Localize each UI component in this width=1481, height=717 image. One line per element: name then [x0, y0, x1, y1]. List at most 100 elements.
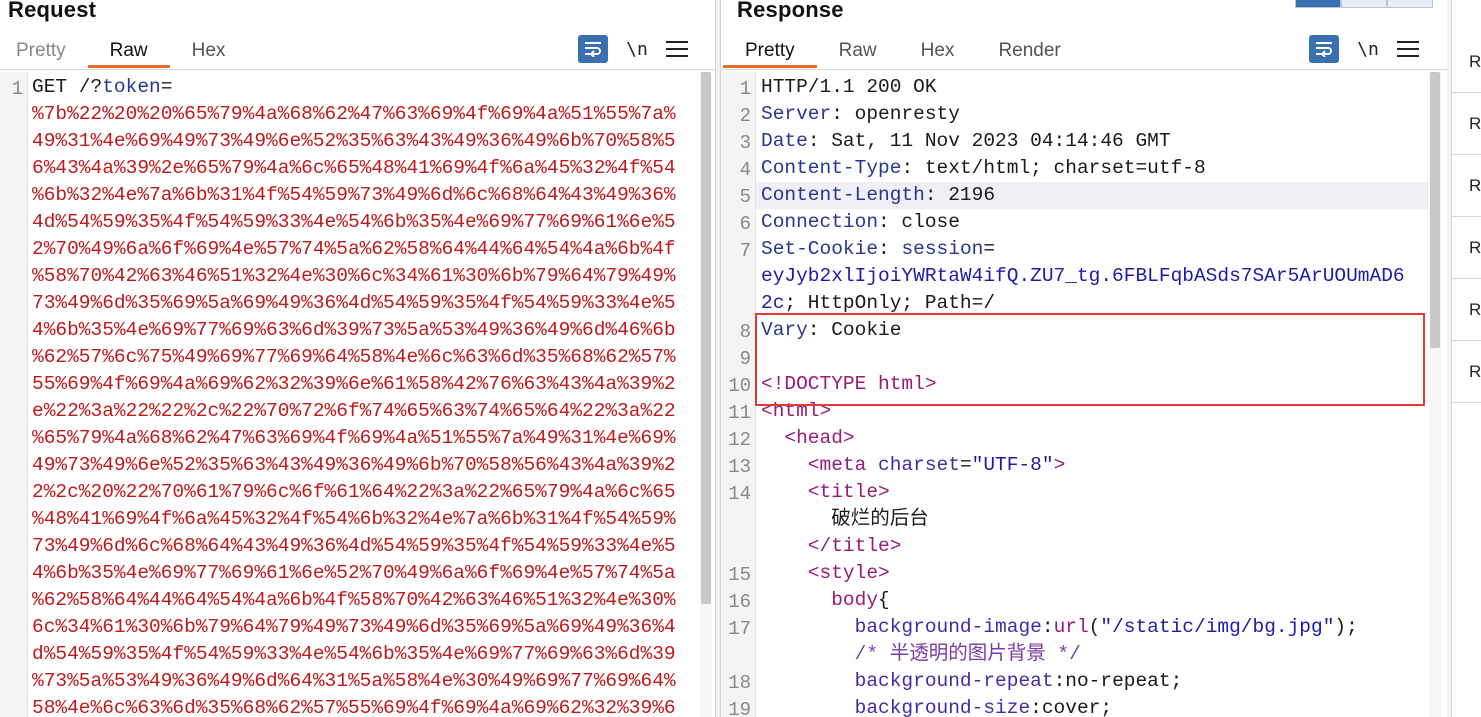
code-token: =: [160, 76, 173, 98]
tab-raw[interactable]: Raw: [87, 38, 170, 68]
layout-vertical-button[interactable]: [1387, 0, 1433, 8]
code-line: %73%5a%53%49%36%49%6d%64%31%5a%58%4e%30%…: [32, 668, 697, 695]
code-token: 55%69%4f%69%4a%69%62%32%39%6e%61%58%42%7…: [32, 373, 676, 395]
code-token: <meta: [761, 454, 879, 476]
layout-split-button[interactable]: [1295, 0, 1341, 8]
code-token: 6c%34%61%30%6b%79%64%79%49%73%49%6d%35%6…: [32, 616, 676, 638]
side-panel-item[interactable]: R: [1452, 32, 1481, 93]
code-line: Vary: Cookie: [761, 317, 1429, 344]
code-token: %65%79%4a%68%62%47%63%69%4f%69%4a%51%55%…: [32, 427, 676, 449]
response-scrollbar[interactable]: [1429, 72, 1441, 717]
code-line: 55%69%4f%69%4a%69%62%32%39%6e%61%58%42%7…: [32, 371, 697, 398]
request-editor[interactable]: 1 GET /?token= %7b%22%20%20%65%79%4a%68%6…: [0, 72, 715, 717]
layout-horizontal-button[interactable]: [1341, 0, 1387, 8]
code-line: 4d%54%59%35%4f%54%59%33%4e%54%6b%35%4e%6…: [32, 209, 697, 236]
wrap-lines-icon[interactable]: [578, 35, 608, 63]
code-token: background-repeat: [761, 670, 1054, 692]
line-number: 15: [728, 564, 751, 586]
wrap-lines-icon[interactable]: [1309, 35, 1339, 63]
code-line: Content-Type: text/html; charset=utf-8: [761, 155, 1429, 182]
code-line: background-size:cover;: [761, 695, 1429, 717]
code-token: %62%57%6c%75%49%69%77%69%64%58%4e%6c%63%…: [32, 346, 676, 368]
request-scrollbar[interactable]: [700, 72, 712, 717]
code-token: %7b%22%20%20%65%79%4a%68%62%47%63%69%4f%…: [32, 103, 676, 125]
newline-toggle-button[interactable]: \n: [622, 39, 652, 60]
code-token: Content-Type: [761, 157, 902, 179]
code-line: Set-Cookie: session=: [761, 236, 1429, 263]
side-panel-item[interactable]: R: [1452, 280, 1481, 341]
code-line: body{: [761, 587, 1429, 614]
code-token: 58%4e%6c%63%6d%35%68%62%57%55%69%4f%69%4…: [32, 697, 676, 717]
hamburger-menu-icon[interactable]: [666, 39, 688, 59]
code-token: /* 半透明的图片背景 */: [761, 643, 1081, 665]
code-line: <!DOCTYPE html>: [761, 371, 1429, 398]
side-panel-item-label: R: [1469, 238, 1481, 257]
code-line: %58%70%42%63%46%51%32%4e%30%6c%34%61%30%…: [32, 263, 697, 290]
code-token: </title>: [761, 535, 902, 557]
response-pane: Response Pretty Raw Hex Render \n 123456…: [721, 0, 1447, 717]
newline-toggle-button[interactable]: \n: [1353, 39, 1383, 60]
line-number: 8: [739, 321, 751, 343]
response-body: HTTP/1.1 200 OK Server: openresty Date: Sa…: [761, 74, 1429, 717]
code-token: token: [102, 76, 161, 98]
line-number: 11: [728, 402, 751, 424]
code-token: e%22%3a%22%22%2c%22%70%72%6f%74%65%63%74…: [32, 400, 676, 422]
code-token: <head>: [761, 427, 855, 449]
code-line: HTTP/1.1 200 OK: [761, 74, 1429, 101]
code-line: d%54%59%35%4f%54%59%33%4e%54%6b%35%4e%69…: [32, 641, 697, 668]
response-title: Response: [737, 0, 844, 22]
code-token: Date: [761, 130, 808, 152]
code-token: session: [901, 238, 984, 260]
code-token: 2%70%49%6a%6f%69%4e%57%74%5a%62%58%64%44…: [32, 238, 676, 260]
code-token: :no-repeat;: [1053, 670, 1183, 692]
code-token: Set-Cookie: [761, 238, 879, 260]
tab-pretty[interactable]: Pretty: [0, 38, 88, 68]
code-token: %73%5a%53%49%36%49%6d%64%31%5a%58%4e%30%…: [32, 670, 676, 692]
tab-hex[interactable]: Hex: [170, 38, 248, 68]
code-line: %62%58%64%44%64%54%4a%6b%4f%58%70%42%63%…: [32, 587, 697, 614]
tab-divider: [721, 69, 1447, 70]
code-token: ; HttpOnly; Path=/: [784, 292, 996, 314]
request-scrollbar-thumb[interactable]: [701, 72, 711, 604]
side-panel-item[interactable]: R: [1452, 156, 1481, 217]
code-line: <meta charset="UTF-8">: [761, 452, 1429, 479]
request-body: GET /?token= %7b%22%20%20%65%79%4a%68%62%…: [32, 74, 697, 717]
hamburger-menu-icon[interactable]: [1397, 39, 1419, 59]
code-token: <!DOCTYPE html>: [761, 373, 937, 395]
code-token: : Sat, 11 Nov 2023 04:14:46 GMT: [807, 130, 1171, 152]
tab-pretty[interactable]: Pretty: [723, 38, 817, 68]
response-editor[interactable]: 1 2 3 4 5 6 7 8 9 10 11 12 13 14 15 16 17 18 19 HTTP/1.1 2…: [721, 72, 1447, 717]
code-line: 4%6b%35%4e%69%77%69%63%6d%39%73%5a%53%49…: [32, 317, 697, 344]
side-panel-item-label: R: [1469, 176, 1481, 195]
code-token: <html>: [761, 400, 832, 422]
code-token: GET /?: [32, 76, 103, 98]
line-number: 10: [728, 375, 751, 397]
tab-hex[interactable]: Hex: [899, 38, 977, 68]
code-token: 73%49%6d%6c%68%64%43%49%36%4d%54%59%35%4…: [32, 535, 676, 557]
response-scrollbar-thumb[interactable]: [1430, 72, 1440, 348]
code-line: 2%70%49%6a%6f%69%4e%57%74%5a%62%58%64%44…: [32, 236, 697, 263]
code-line: 73%49%6d%6c%68%64%43%49%36%4d%54%59%35%4…: [32, 533, 697, 560]
side-panel-item[interactable]: R: [1452, 342, 1481, 403]
code-token: =: [983, 238, 996, 260]
line-number: 2: [739, 105, 751, 127]
code-line: Content-Length: 2196: [761, 182, 1429, 209]
code-line: </title>: [761, 533, 1429, 560]
code-line: <head>: [761, 425, 1429, 452]
code-line: 58%4e%6c%63%6d%35%68%62%57%55%69%4f%69%4…: [32, 695, 697, 717]
side-panel-item[interactable]: R: [1452, 218, 1481, 279]
line-number: 1: [11, 78, 23, 100]
code-token: Content-Length: [761, 184, 925, 206]
side-panel-item[interactable]: R: [1452, 94, 1481, 155]
code-token: charset: [878, 454, 960, 476]
code-token: HTTP/1.1 200 OK: [761, 76, 937, 98]
code-token: );: [1334, 616, 1358, 638]
code-token: 4%6b%35%4e%69%77%69%63%6d%39%73%5a%53%49…: [32, 319, 676, 341]
code-token: 破烂的后台: [761, 508, 929, 530]
tab-render[interactable]: Render: [976, 38, 1082, 68]
line-number: 9: [739, 348, 751, 370]
code-line: 2%2c%20%22%70%61%79%6c%6f%61%64%22%3a%22…: [32, 479, 697, 506]
code-token: 4d%54%59%35%4f%54%59%33%4e%54%6b%35%4e%6…: [32, 211, 676, 233]
tab-raw[interactable]: Raw: [817, 38, 899, 68]
code-token: 6%43%4a%39%2e%65%79%4a%6c%65%48%41%69%4f…: [32, 157, 676, 179]
